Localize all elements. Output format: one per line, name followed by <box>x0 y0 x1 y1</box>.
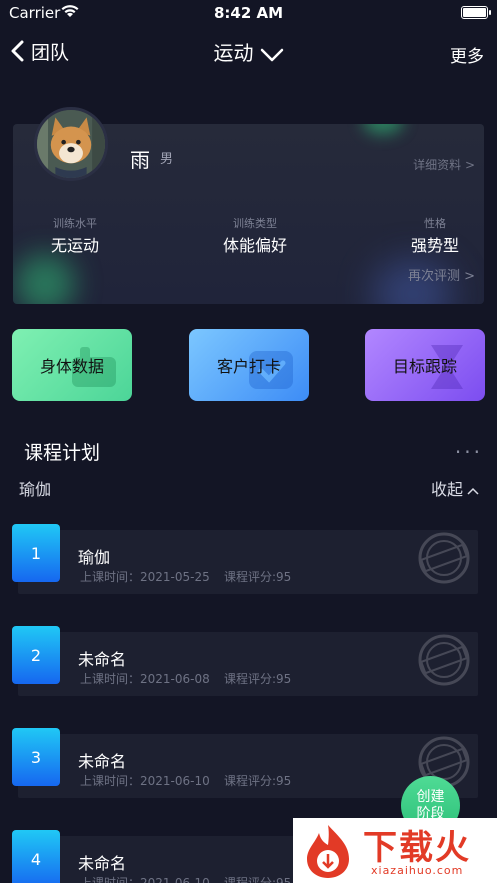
course-number: 2 <box>12 626 60 684</box>
collapse-toggle[interactable]: 收起 <box>431 476 479 500</box>
user-gender: 男 <box>160 152 174 167</box>
course-name: 未命名 <box>78 650 127 669</box>
course-item[interactable]: 1 瑜伽 上课时间：2021-05-25 课程评分:95 <box>12 524 478 594</box>
page-title: 运动 <box>213 41 254 65</box>
course-score: 课程评分:95 <box>224 876 292 883</box>
more-button[interactable]: 更多 <box>450 42 484 67</box>
action-label: 目标跟踪 <box>392 357 457 376</box>
action-label: 客户打卡 <box>216 357 281 376</box>
course-date: 上课时间：2021-06-10 <box>80 774 210 788</box>
watermark-subtext: xiazaihuo.com <box>371 864 464 877</box>
stat-value: 体能偏好 <box>222 236 287 255</box>
retest-link[interactable]: 再次评测 > <box>408 265 475 284</box>
user-name: 雨 <box>130 148 150 172</box>
dog-avatar-icon <box>37 110 105 178</box>
stat-personality: 性格 强势型 <box>395 215 475 256</box>
chevron-up-icon <box>467 487 479 495</box>
clock: 8:42 AM <box>213 4 284 22</box>
course-number: 3 <box>12 728 60 786</box>
stat-value: 强势型 <box>410 236 459 255</box>
stat-training-type: 训练类型 体能偏好 <box>210 215 300 256</box>
stat-label: 性格 <box>424 217 446 230</box>
watermark-text: 下载火 <box>363 828 471 868</box>
course-filter-label: 瑜伽 <box>19 480 52 499</box>
site-watermark: 下载火 xiazaihuo.com <box>293 818 497 883</box>
attended-stamp-icon <box>418 532 470 584</box>
detail-profile-link[interactable]: 详细资料 > <box>413 156 475 173</box>
course-name: 未命名 <box>78 752 127 771</box>
section-title: 课程计划 <box>24 442 101 464</box>
chevron-down-icon <box>260 48 283 61</box>
course-date: 上课时间：2021-05-25 <box>80 570 210 584</box>
fab-label-line1: 创建 <box>416 788 445 805</box>
stat-training-level: 训练水平 无运动 <box>30 215 120 256</box>
course-date: 上课时间：2021-06-10 <box>80 876 210 883</box>
body-data-button[interactable]: 身体数据 <box>12 329 132 401</box>
client-checkin-button[interactable]: 客户打卡 <box>189 329 309 401</box>
course-number: 4 <box>12 830 60 883</box>
course-number: 1 <box>12 524 60 582</box>
sport-selector[interactable]: 运动 <box>0 37 497 66</box>
course-score: 课程评分:95 <box>224 774 292 788</box>
attended-stamp-icon <box>418 634 470 686</box>
goal-tracking-button[interactable]: 目标跟踪 <box>365 329 485 401</box>
course-name: 瑜伽 <box>78 548 111 567</box>
course-name: 未命名 <box>78 854 127 873</box>
stat-value: 无运动 <box>50 236 99 255</box>
course-date: 上课时间：2021-06-08 <box>80 672 210 686</box>
course-score: 课程评分:95 <box>224 672 292 686</box>
more-options-button[interactable]: ··· <box>455 440 483 464</box>
nav-bar: 团队 运动 更多 <box>0 30 497 74</box>
course-score: 课程评分:95 <box>224 570 292 584</box>
status-bar: Carrier 8:42 AM <box>0 0 497 26</box>
stat-label: 训练类型 <box>233 217 277 230</box>
collapse-label: 收起 <box>430 480 463 499</box>
course-item[interactable]: 2 未命名 上课时间：2021-06-08 课程评分:95 <box>12 626 478 696</box>
avatar[interactable] <box>34 107 108 181</box>
flame-logo-icon <box>307 825 349 878</box>
action-label: 身体数据 <box>39 357 104 376</box>
battery-icon <box>461 6 491 19</box>
stat-label: 训练水平 <box>53 217 97 230</box>
